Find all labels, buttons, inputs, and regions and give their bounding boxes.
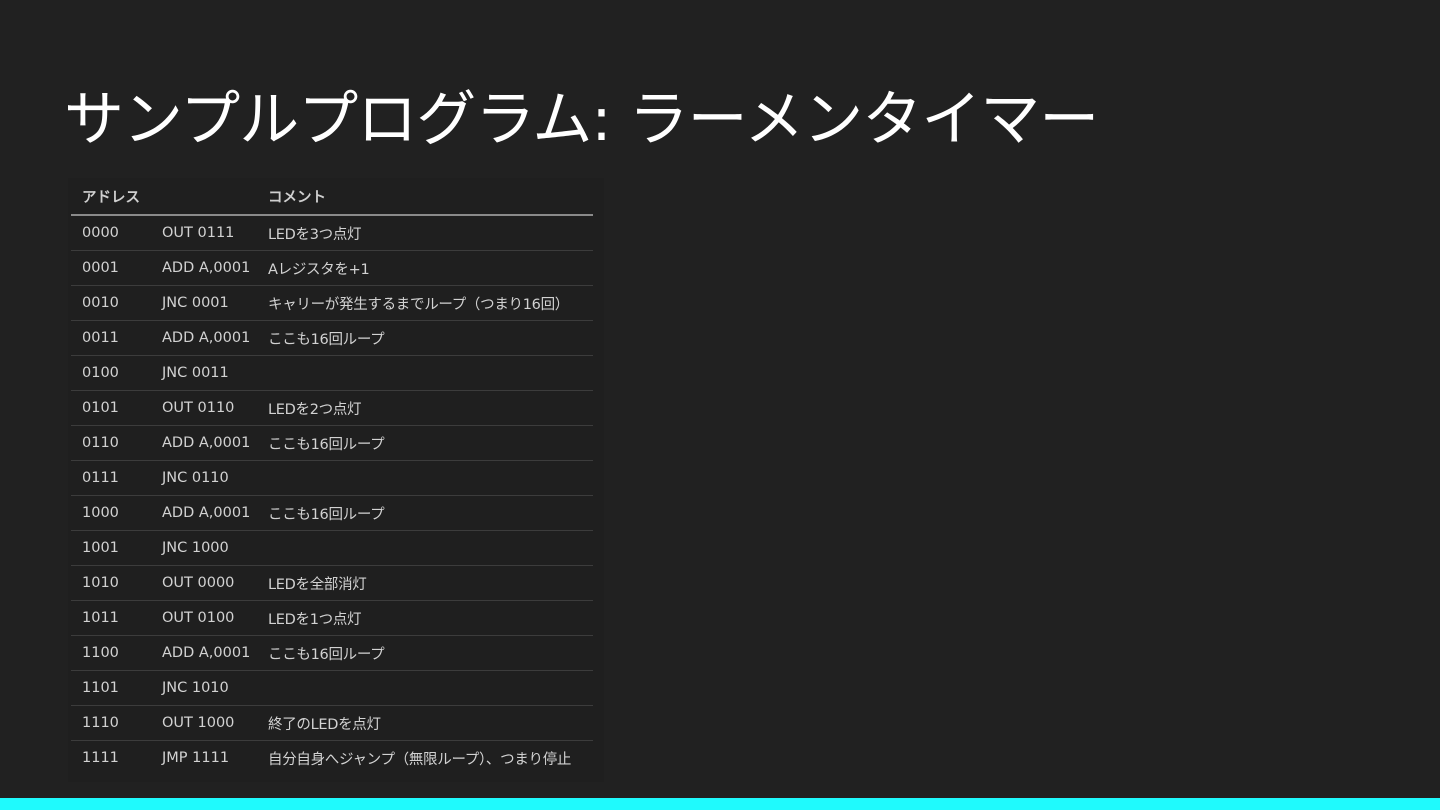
address-cell: 1001 [71, 530, 151, 566]
comment-cell: Aレジスタを+1 [255, 250, 593, 286]
instruction-cell: ADD A,0001 [151, 320, 255, 356]
slide-title: サンプルプログラム: ラーメンタイマー [64, 85, 1099, 155]
comment-cell: LEDを2つ点灯 [255, 390, 593, 426]
instruction-cell: ADD A,0001 [151, 425, 255, 461]
comment-cell: ここも16回ループ [255, 635, 593, 671]
instruction-cell: OUT 1000 [151, 705, 255, 741]
table-row: 0000 OUT 0111 LEDを3つ点灯 [71, 215, 593, 251]
table-row: 0101 OUT 0110 LEDを2つ点灯 [71, 390, 593, 426]
comment-cell: ここも16回ループ [255, 495, 593, 531]
address-cell: 0110 [71, 425, 151, 461]
program-table: アドレス コメント 0000 OUT 0111 LEDを3つ点灯 0001 AD… [71, 178, 593, 775]
table-row: 1111 JMP 1111 自分自身へジャンプ（無限ループ）、つまり停止 [71, 741, 593, 776]
address-cell: 0000 [71, 215, 151, 251]
instruction-cell: JNC 1000 [151, 530, 255, 566]
table-row: 0010 JNC 0001 キャリーが発生するまでループ（つまり16回） [71, 285, 593, 321]
address-cell: 1010 [71, 565, 151, 601]
comment-cell [255, 460, 593, 496]
table-row: 0001 ADD A,0001 Aレジスタを+1 [71, 250, 593, 286]
instruction-cell: OUT 0110 [151, 390, 255, 426]
address-cell: 0111 [71, 460, 151, 496]
address-cell: 0101 [71, 390, 151, 426]
address-cell: 0011 [71, 320, 151, 356]
comment-cell: 自分自身へジャンプ（無限ループ）、つまり停止 [268, 751, 572, 768]
comment-cell [255, 530, 593, 566]
comment-cell: LEDを3つ点灯 [255, 215, 593, 251]
address-cell: 0100 [71, 355, 151, 391]
program-table-body: 0000 OUT 0111 LEDを3つ点灯 0001 ADD A,0001 A… [71, 215, 593, 775]
table-row: 1010 OUT 0000 LEDを全部消灯 [71, 565, 593, 601]
comment-cell: ここも16回ループ [255, 425, 593, 461]
instruction-cell: OUT 0100 [151, 600, 255, 636]
comment-cell: キャリーが発生するまでループ（つまり16回） [255, 285, 593, 321]
instruction-cell: ADD A,0001 [151, 250, 255, 286]
address-cell: 1101 [71, 670, 151, 706]
table-row: 1011 OUT 0100 LEDを1つ点灯 [71, 600, 593, 636]
comment-column-header: コメント [255, 178, 593, 216]
address-cell: 1011 [71, 600, 151, 636]
address-cell: 0001 [71, 250, 151, 286]
address-cell: 0010 [71, 285, 151, 321]
table-row: 1101 JNC 1010 [71, 670, 593, 706]
accent-bottom-bar [0, 798, 1440, 810]
comment-cell: LEDを全部消灯 [255, 565, 593, 601]
instruction-cell: JMP 1111 [162, 750, 230, 766]
instruction-cell: OUT 0000 [151, 565, 255, 601]
instruction-cell: JNC 0110 [151, 460, 255, 496]
table-row: 0110 ADD A,0001 ここも16回ループ [71, 425, 593, 461]
table-row: 0011 ADD A,0001 ここも16回ループ [71, 320, 593, 356]
instruction-column-header [151, 178, 255, 216]
instruction-cell: JNC 0001 [151, 285, 255, 321]
comment-cell: ここも16回ループ [255, 320, 593, 356]
table-row: 1100 ADD A,0001 ここも16回ループ [71, 635, 593, 671]
instruction-cell: ADD A,0001 [151, 635, 255, 671]
table-row: 0100 JNC 0011 [71, 355, 593, 391]
comment-cell [255, 355, 593, 391]
comment-cell: LEDを1つ点灯 [255, 600, 593, 636]
address-column-header: アドレス [71, 178, 151, 216]
address-cell: 1000 [71, 495, 151, 531]
instruction-cell: ADD A,0001 [151, 495, 255, 531]
instruction-cell: JNC 1010 [151, 670, 255, 706]
table-row: 1110 OUT 1000 終了のLEDを点灯 [71, 705, 593, 741]
table-row: 0111 JNC 0110 [71, 460, 593, 496]
address-cell: 1100 [71, 635, 151, 671]
address-cell: 1111 [82, 750, 119, 766]
table-row: 1001 JNC 1000 [71, 530, 593, 566]
program-table-panel: アドレス コメント 0000 OUT 0111 LEDを3つ点灯 0001 AD… [68, 178, 604, 782]
table-row: 1000 ADD A,0001 ここも16回ループ [71, 495, 593, 531]
comment-cell [255, 670, 593, 706]
address-cell: 1110 [71, 705, 151, 741]
instruction-cell: OUT 0111 [151, 215, 255, 251]
comment-cell: 終了のLEDを点灯 [255, 705, 593, 741]
table-header-row: アドレス コメント [71, 178, 593, 216]
instruction-cell: JNC 0011 [151, 355, 255, 391]
